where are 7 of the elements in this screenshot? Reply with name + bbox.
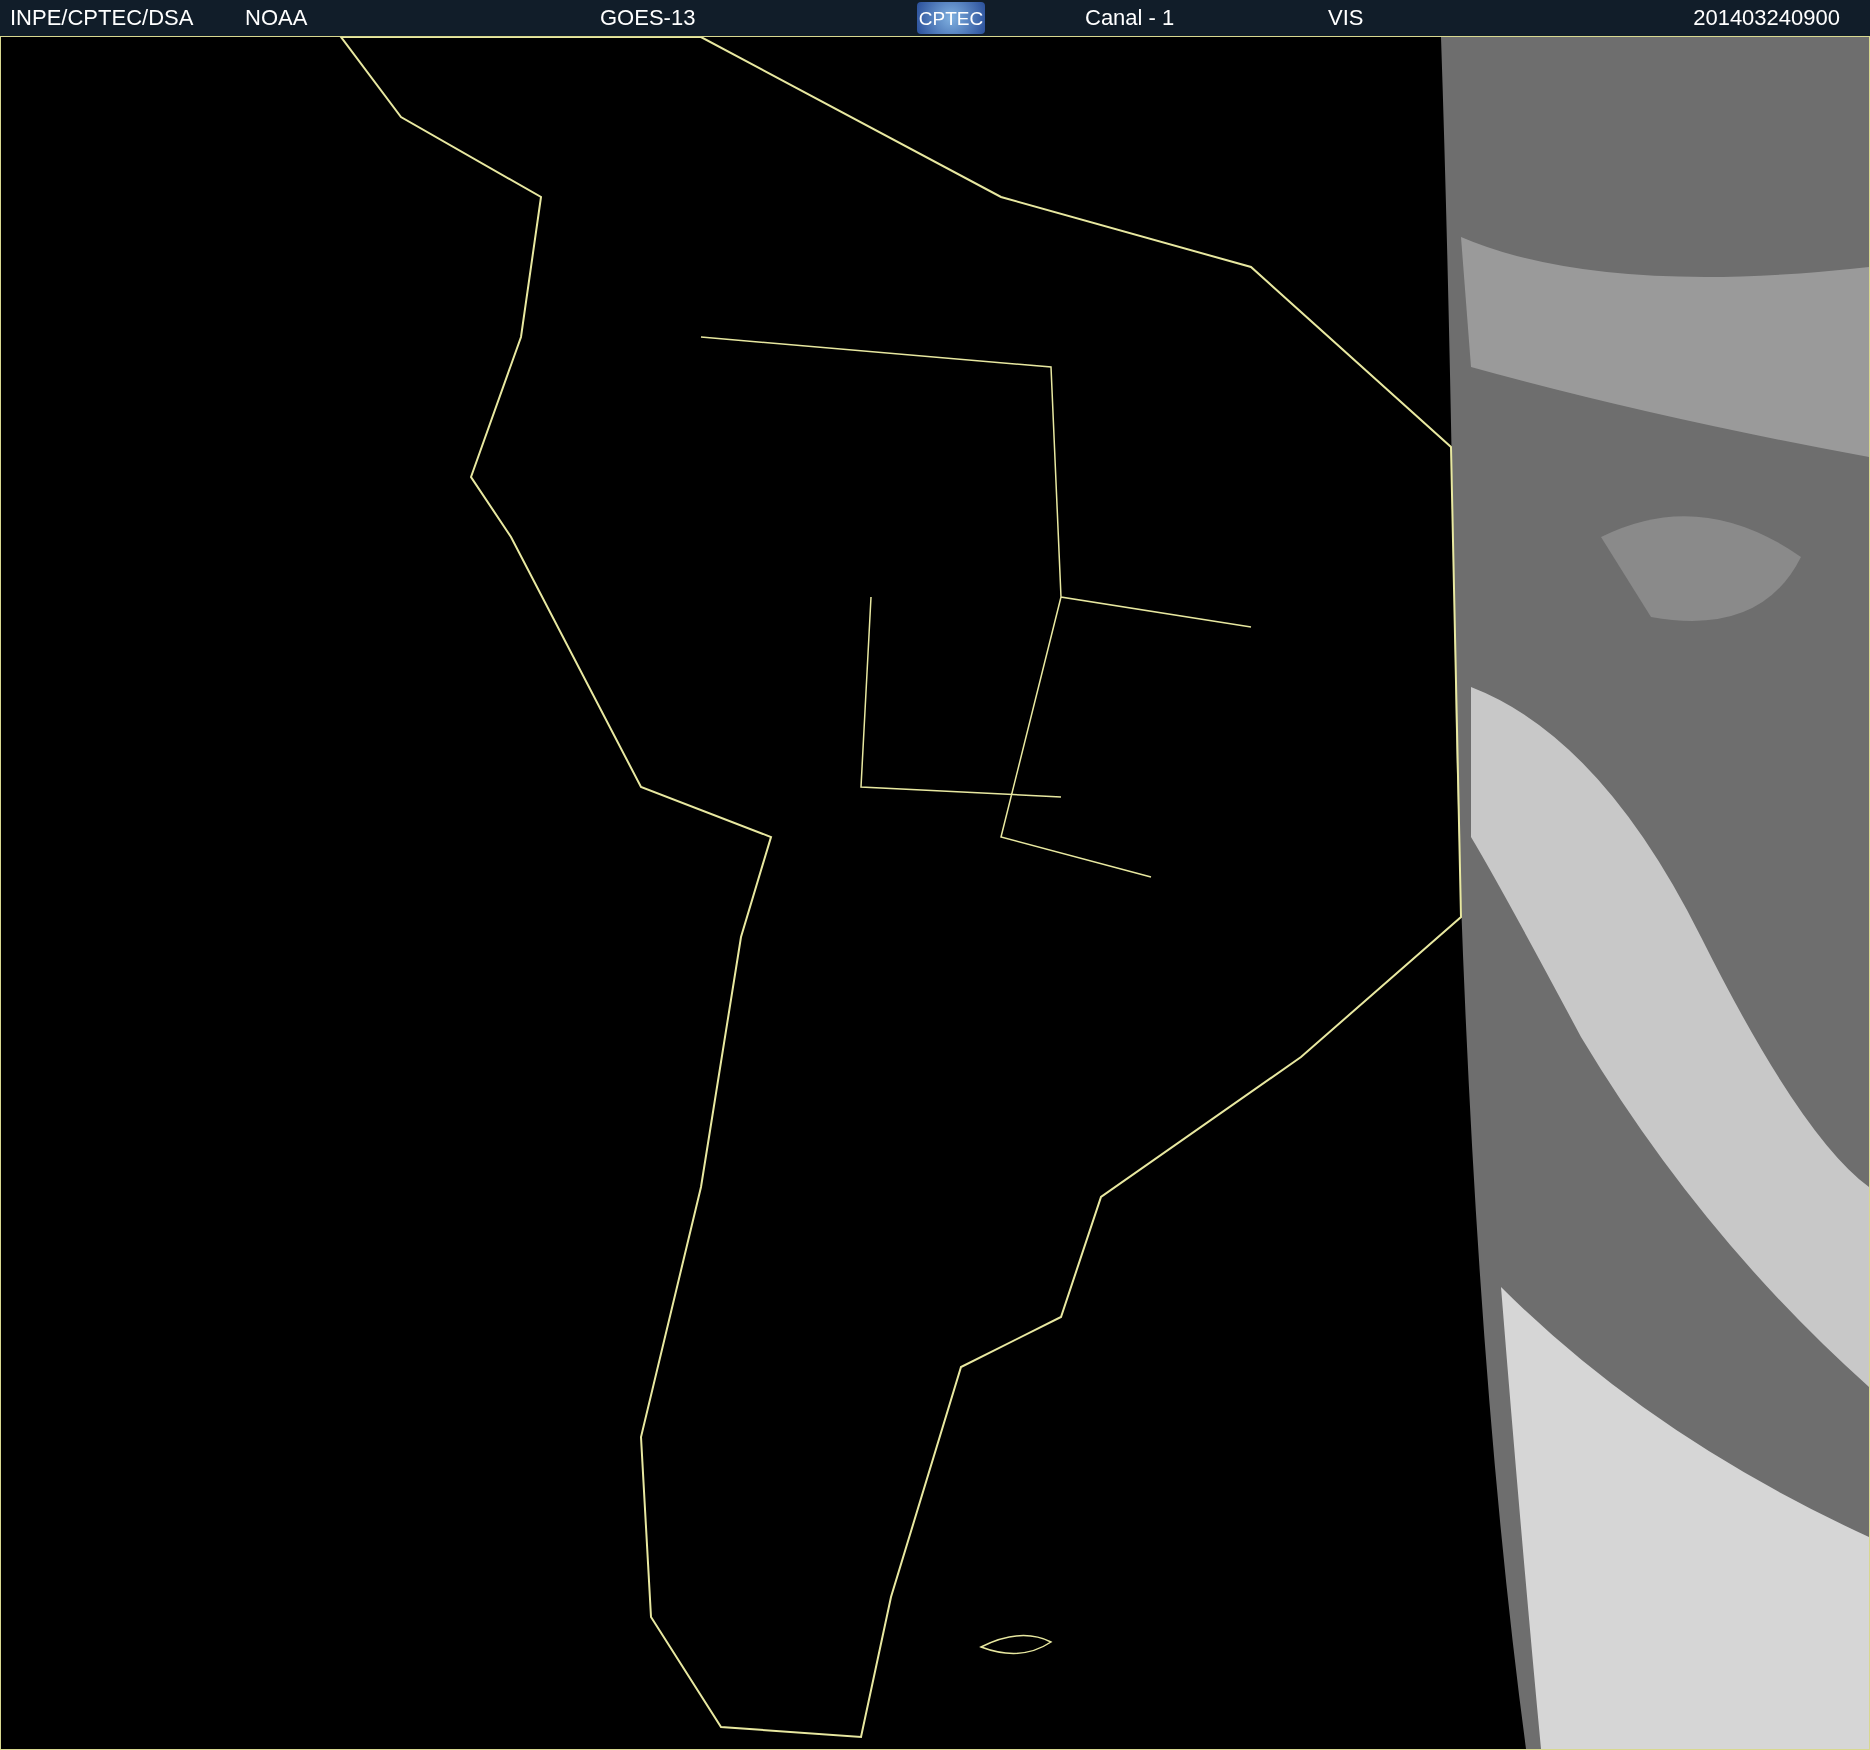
source-label: INPE/CPTEC/DSA	[10, 7, 195, 29]
timestamp-label: 201403240900	[1693, 7, 1840, 29]
agency-label: NOAA	[245, 7, 309, 29]
channel-label: Canal - 1	[1085, 7, 1176, 29]
satellite-label: GOES-13	[600, 7, 697, 29]
logo: CPTEC	[917, 2, 985, 34]
band-label: VIS	[1328, 7, 1365, 29]
